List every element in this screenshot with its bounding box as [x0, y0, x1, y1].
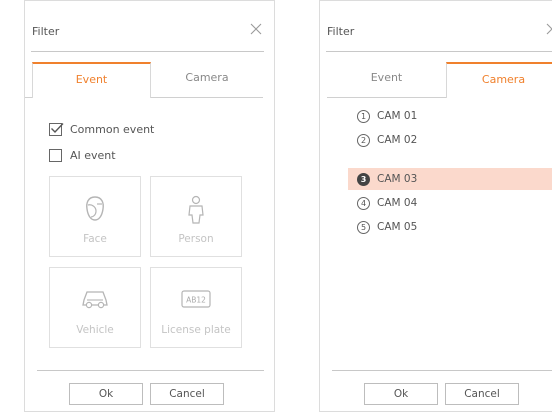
divider: [25, 97, 32, 98]
license-plate-tile[interactable]: AB12 License plate: [150, 267, 242, 348]
tab-camera[interactable]: Camera: [446, 62, 552, 98]
camera-number-badge: 4: [357, 196, 370, 210]
plate-text: AB12: [186, 296, 206, 305]
checkbox-unchecked[interactable]: [49, 148, 62, 162]
checkbox-label: AI event: [70, 148, 116, 162]
camera-number-badge: 1: [357, 109, 370, 123]
dialog-title: Filter: [327, 25, 355, 38]
face-icon: [86, 196, 104, 221]
camera-label: CAM 05: [377, 221, 418, 233]
cancel-button[interactable]: Cancel: [150, 383, 224, 405]
divider: [326, 51, 552, 52]
camera-list-item[interactable]: 4 CAM 04: [348, 192, 552, 214]
license-plate-icon: AB12: [181, 290, 211, 308]
camera-label: CAM 02: [377, 134, 418, 146]
camera-list-item-selected[interactable]: 3 CAM 03: [348, 168, 552, 190]
checkbox-label: Common event: [70, 122, 155, 136]
camera-number-badge: 2: [357, 133, 370, 147]
divider: [151, 97, 263, 98]
filter-dialog-event: Filter Event Camera Common event AI even…: [24, 0, 275, 412]
tile-label: Person: [178, 233, 214, 245]
ok-button[interactable]: Ok: [364, 383, 438, 405]
checkmark-icon: [51, 122, 64, 133]
camera-label: CAM 01: [377, 110, 418, 122]
person-tile[interactable]: Person: [150, 176, 242, 257]
camera-list-item[interactable]: 1 CAM 01: [348, 105, 552, 127]
tab-event[interactable]: Event: [327, 62, 446, 98]
vehicle-icon: [82, 291, 108, 309]
person-icon: [188, 195, 204, 224]
tab-camera[interactable]: Camera: [151, 62, 263, 98]
camera-number-badge: 5: [357, 220, 370, 234]
tile-label: Vehicle: [76, 324, 114, 336]
close-icon[interactable]: [546, 23, 552, 35]
face-tile[interactable]: Face: [49, 176, 141, 257]
filter-dialog-camera: Filter Event Camera 1 CAM 01 2 CAM 02 3 …: [319, 0, 552, 412]
tab-event[interactable]: Event: [32, 62, 151, 98]
camera-list-item[interactable]: 2 CAM 02: [348, 129, 552, 151]
camera-label: CAM 04: [377, 197, 418, 209]
divider: [31, 51, 264, 52]
vehicle-tile[interactable]: Vehicle: [49, 267, 141, 348]
common-event-checkbox[interactable]: Common event: [49, 121, 154, 137]
divider: [332, 370, 552, 371]
cancel-button[interactable]: Cancel: [445, 383, 519, 405]
camera-label: CAM 03: [377, 173, 418, 185]
ok-button[interactable]: Ok: [69, 383, 143, 405]
tile-label: Face: [83, 233, 107, 245]
ai-event-checkbox[interactable]: AI event: [49, 147, 116, 163]
camera-number-badge: 3: [357, 172, 370, 186]
divider: [327, 97, 446, 98]
close-icon[interactable]: [250, 23, 262, 35]
camera-list-item[interactable]: 5 CAM 05: [348, 216, 552, 238]
divider: [37, 370, 264, 371]
dialog-title: Filter: [32, 25, 60, 38]
tile-label: License plate: [161, 324, 231, 336]
checkbox-checked[interactable]: [49, 122, 64, 136]
